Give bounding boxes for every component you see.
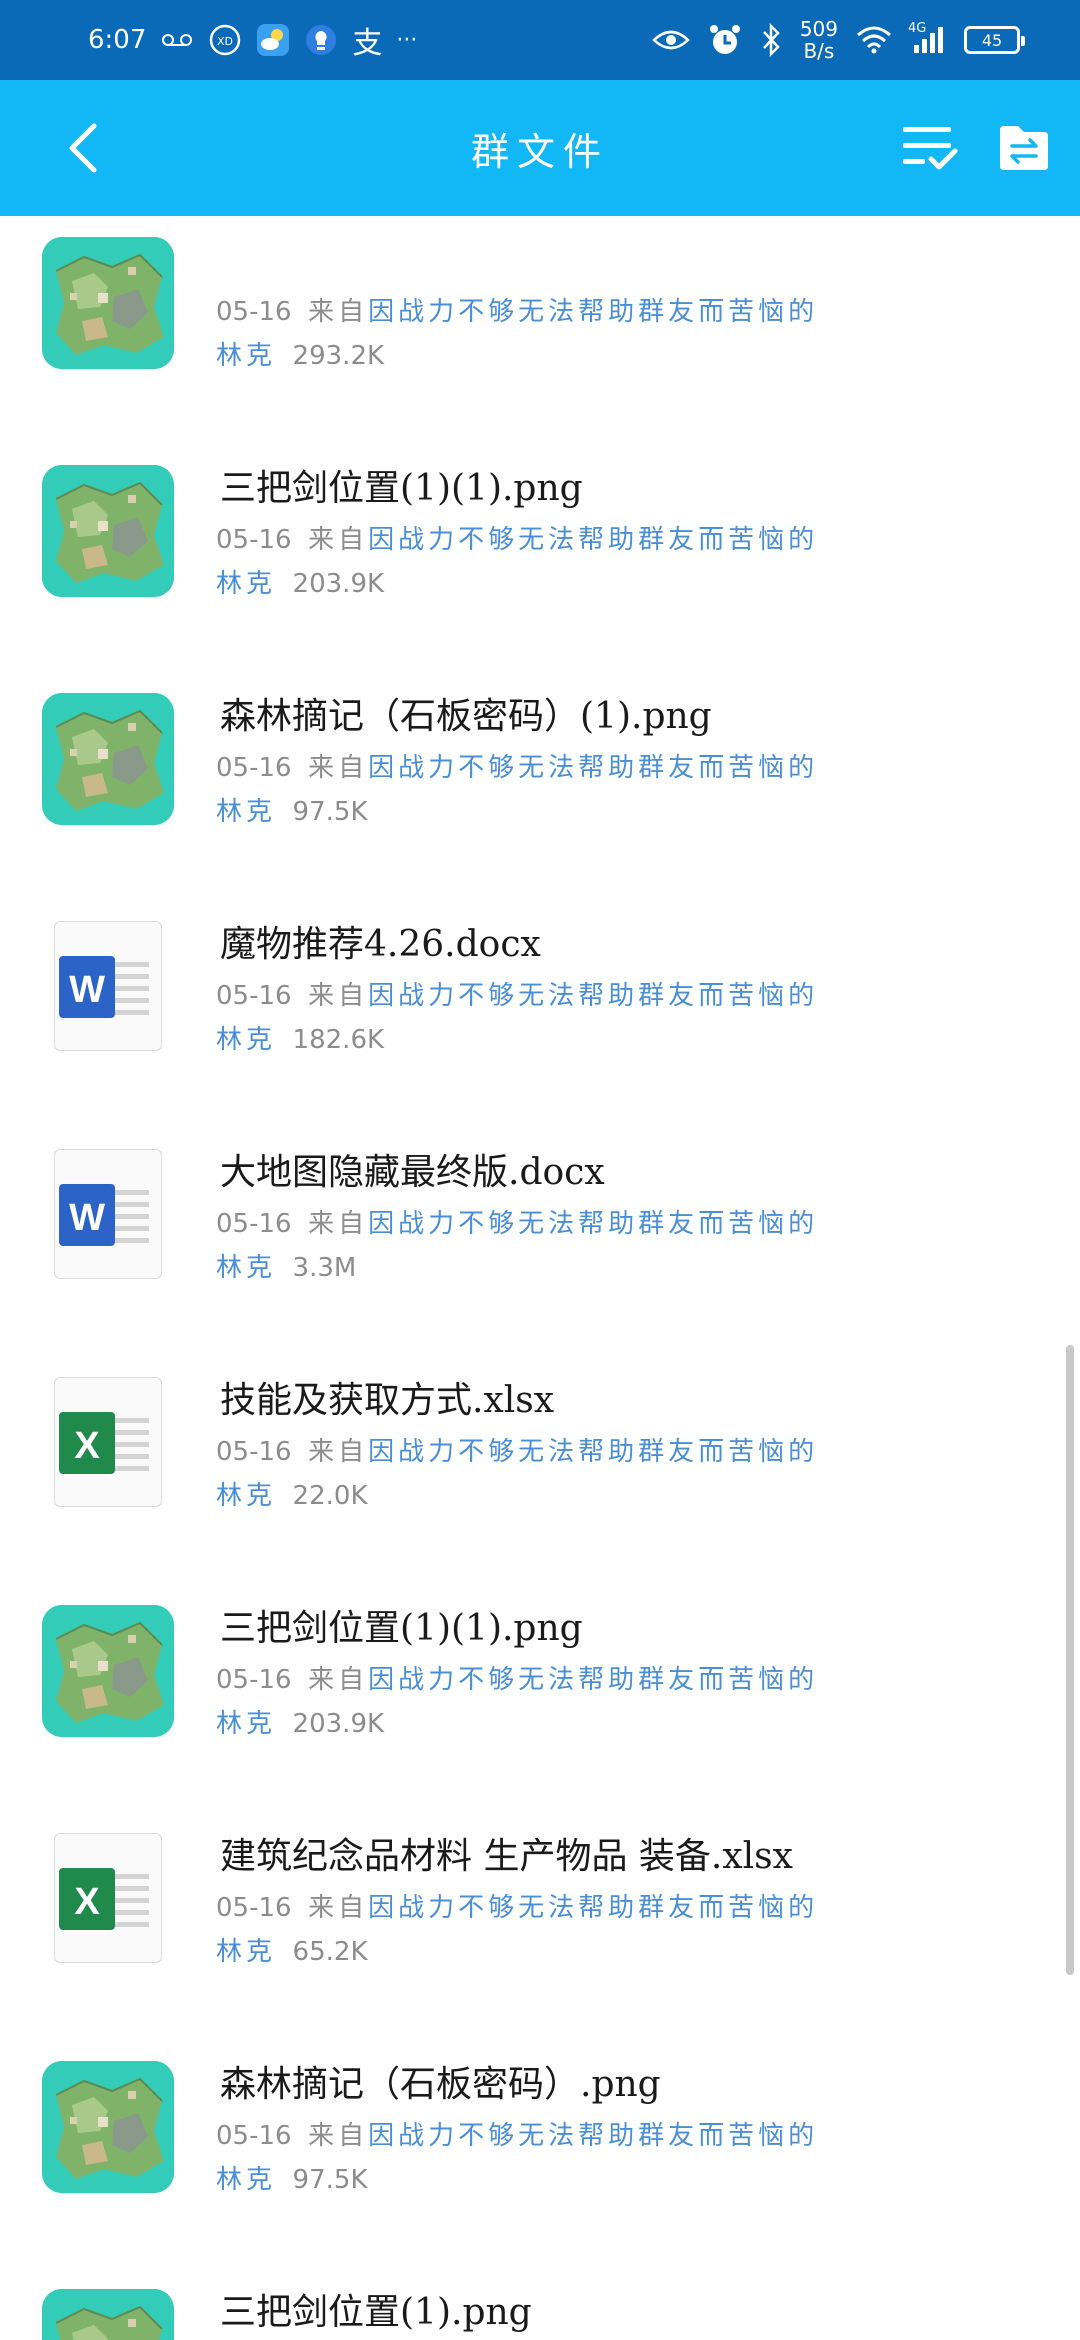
file-item[interactable]: 三把剑位置(1)(1).png 05-16 来自因战力不够无法帮助群友而苦恼的 林克… bbox=[0, 312, 1080, 599]
status-time: 6:07 bbox=[88, 25, 147, 55]
file-list[interactable]: 05-16 来自因战力不够无法帮助群友而苦恼的 林克 293.2K 三把剑位置(1)… bbox=[0, 216, 1080, 2340]
image-thumbnail[interactable] bbox=[42, 2289, 174, 2340]
signal-icon: 4G bbox=[908, 21, 946, 55]
status-bar: 6:07 XD 支 ··· 509 B/s 4G 45 bbox=[0, 0, 1080, 80]
checklist-icon bbox=[903, 127, 958, 170]
multi-select-button[interactable] bbox=[900, 118, 960, 178]
file-name[interactable]: 三把剑位置(1).png bbox=[220, 2283, 532, 2335]
file-item[interactable]: X 建筑纪念品材料 生产物品 装备.xlsx 05-16 来自因战力不够无法帮助群友… bbox=[0, 1680, 1080, 1967]
battery-icon: 45 bbox=[964, 26, 1025, 54]
file-item[interactable]: W 魔物推荐4.26.docx 05-16 来自因战力不够无法帮助群友而苦恼的 林克 … bbox=[0, 768, 1080, 1055]
file-item[interactable]: 三把剑位置(1).png05-16 来自因战力不够无法帮助群友而苦恼的林克 20… bbox=[0, 2136, 1080, 2340]
wifi-icon bbox=[856, 26, 892, 54]
file-item[interactable]: X 技能及获取方式.xlsx 05-16 来自因战力不够无法帮助群友而苦恼的 林克 2… bbox=[0, 1224, 1080, 1511]
svg-text:XD: XD bbox=[217, 35, 233, 48]
file-name[interactable]: 三把剑位置(1)(1).png bbox=[220, 459, 583, 511]
eye-icon bbox=[651, 28, 690, 52]
speed-unit: B/s bbox=[803, 39, 835, 63]
network-type-label: 4G bbox=[908, 21, 927, 36]
file-name[interactable]: 技能及获取方式.xlsx bbox=[220, 1371, 554, 1423]
status-right: 509 B/s 4G 45 bbox=[651, 18, 1025, 62]
alarm-icon bbox=[708, 23, 742, 57]
bluetooth-icon bbox=[760, 23, 782, 57]
battery-level: 45 bbox=[981, 30, 1003, 50]
file-name[interactable]: 森林摘记（石板密码）.png bbox=[220, 2055, 661, 2107]
file-name[interactable]: 三把剑位置(1)(1).png bbox=[220, 1599, 583, 1651]
network-speed: 509 B/s bbox=[800, 18, 838, 62]
file-name[interactable]: 建筑纪念品材料 生产物品 装备.xlsx bbox=[220, 1827, 793, 1879]
speed-value: 509 bbox=[799, 17, 838, 41]
file-item[interactable]: W 大地图隐藏最终版.docx 05-16 来自因战力不够无法帮助群友而苦恼的 林克 … bbox=[0, 996, 1080, 1283]
file-item[interactable]: 三把剑位置(1)(1).png 05-16 来自因战力不够无法帮助群友而苦恼的 林克… bbox=[0, 1452, 1080, 1739]
title-bar: 群文件 bbox=[0, 80, 1080, 216]
folder-transfer-icon bbox=[1000, 126, 1048, 170]
page-title: 群文件 bbox=[470, 129, 609, 174]
file-name[interactable]: 魔物推荐4.26.docx bbox=[220, 915, 541, 967]
vpn-icon: XD bbox=[208, 23, 242, 57]
file-item[interactable]: 森林摘记（石板密码）.png 05-16 来自因战力不够无法帮助群友而苦恼的 林克 … bbox=[0, 1908, 1080, 2195]
back-button[interactable] bbox=[52, 118, 112, 178]
chevron-left-icon bbox=[69, 123, 97, 173]
status-left: 6:07 XD 支 ··· bbox=[88, 18, 417, 62]
bulb-icon bbox=[304, 23, 338, 57]
sort-button[interactable] bbox=[996, 120, 1052, 176]
file-name[interactable]: 大地图隐藏最终版.docx bbox=[220, 1143, 605, 1195]
file-item[interactable]: 05-16 来自因战力不够无法帮助群友而苦恼的 林克 293.2K bbox=[0, 216, 1080, 371]
file-name[interactable]: 森林摘记（石板密码）(1).png bbox=[220, 687, 712, 739]
more-dots-icon: ··· bbox=[396, 27, 418, 53]
scrollbar[interactable] bbox=[1066, 1345, 1074, 1975]
file-item[interactable]: 森林摘记（石板密码）(1).png 05-16 来自因战力不够无法帮助群友而苦恼的… bbox=[0, 540, 1080, 827]
voicemail-icon bbox=[160, 32, 194, 48]
weather-icon bbox=[256, 23, 290, 57]
alipay-icon: 支 bbox=[352, 26, 383, 61]
